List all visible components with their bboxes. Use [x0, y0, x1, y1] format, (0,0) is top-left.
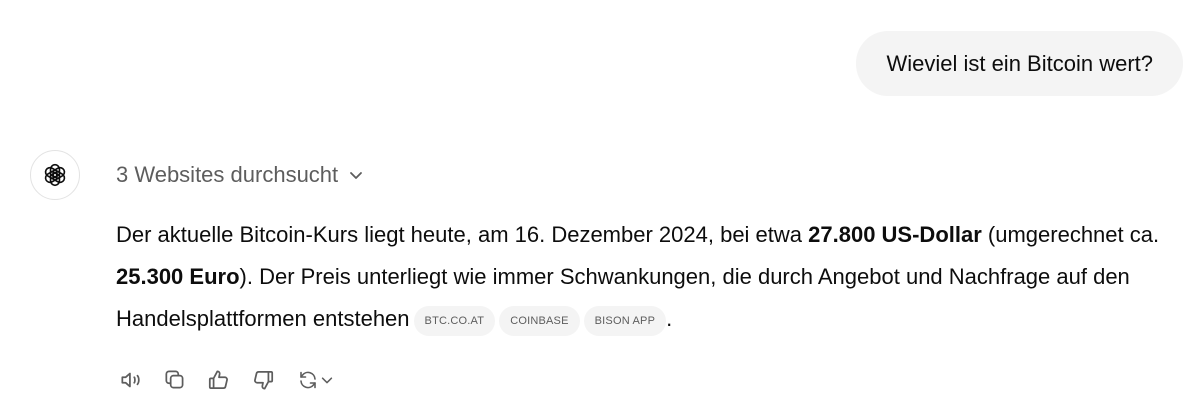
search-summary-toggle[interactable]: 3 Websites durchsucht	[116, 160, 364, 190]
regenerate-button[interactable]	[292, 365, 338, 395]
source-chip-coinbase[interactable]: COINBASE	[499, 306, 580, 336]
message-actions	[116, 364, 352, 396]
thumbs-up-icon	[206, 367, 232, 393]
chevron-down-icon	[320, 373, 334, 387]
answer-eur-value: 25.300 Euro	[116, 264, 240, 289]
user-message-bubble: Wieviel ist ein Bitcoin wert?	[856, 31, 1183, 96]
speaker-icon	[118, 367, 144, 393]
answer-usd-value: 27.800 US-Dollar	[808, 222, 982, 247]
answer-text-1: Der aktuelle Bitcoin-Kurs liegt heute, a…	[116, 222, 809, 247]
chevron-down-icon	[348, 167, 364, 183]
regenerate-icon	[296, 368, 320, 392]
answer-end: .	[666, 306, 673, 331]
assistant-avatar	[30, 150, 80, 200]
thumbs-down-icon	[250, 367, 276, 393]
bad-response-button[interactable]	[248, 365, 278, 395]
copy-button[interactable]	[160, 365, 190, 395]
user-message-text: Wieviel ist ein Bitcoin wert?	[886, 50, 1153, 76]
search-summary-label: 3 Websites durchsucht	[116, 162, 339, 187]
answer-text-2: (umgerechnet ca.	[981, 222, 1160, 247]
assistant-answer: Der aktuelle Bitcoin-Kurs liegt heute, a…	[116, 214, 1186, 340]
openai-logo-icon	[41, 161, 69, 189]
source-chip-bison-app[interactable]: BISON APP	[583, 306, 667, 336]
source-chip-btc-co-at[interactable]: BTC.CO.AT	[413, 306, 496, 336]
copy-icon	[162, 367, 188, 393]
read-aloud-button[interactable]	[116, 365, 146, 395]
good-response-button[interactable]	[204, 365, 234, 395]
